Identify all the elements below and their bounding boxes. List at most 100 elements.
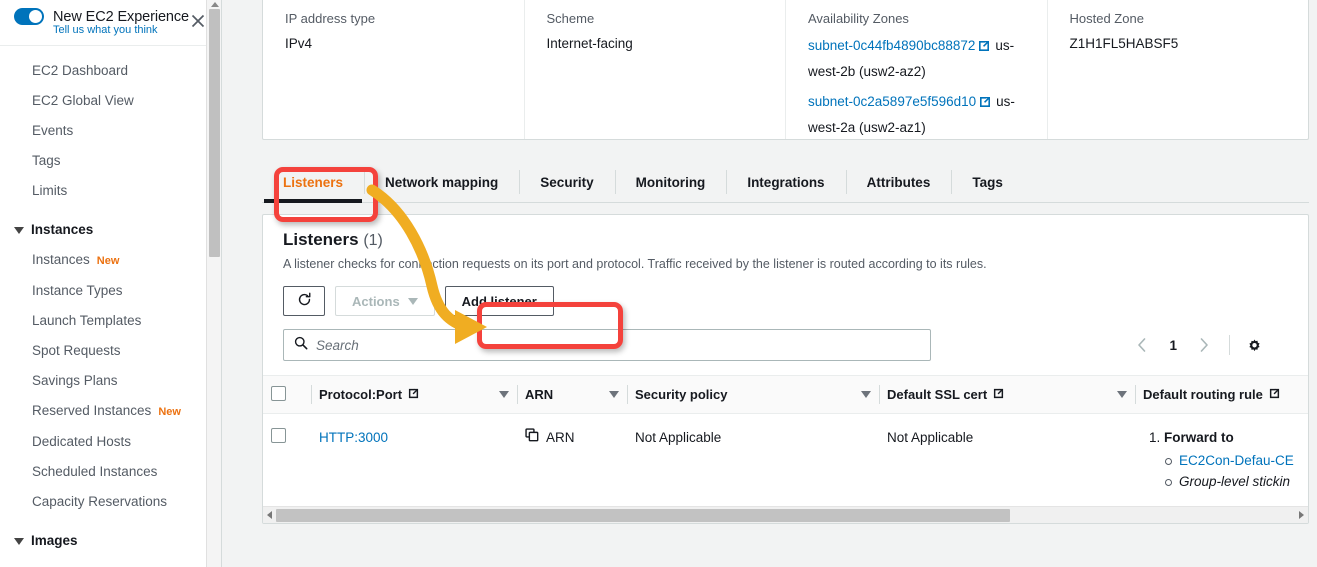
table-horizontal-scrollbar[interactable] [263,506,1308,523]
toggle-knob [29,10,42,23]
sidebar-item-launch-templates[interactable]: Launch Templates [0,306,221,336]
scroll-right-icon[interactable] [1295,507,1308,524]
search-input[interactable] [316,337,920,353]
sidebar-group-images-label: Images [31,533,78,548]
header-default-ssl-cert-label: Default SSL cert [887,387,988,402]
horizontal-scroll-thumb[interactable] [276,508,1010,522]
sidebar-item-dedicated-hosts[interactable]: Dedicated Hosts [0,427,221,457]
sidebar-header: New EC2 Experience Tell us what you thin… [0,0,221,46]
sidebar-scrollbar-thumb[interactable] [209,9,220,257]
horizontal-scroll-track[interactable] [276,508,1295,522]
scroll-left-icon[interactable] [263,507,276,524]
search-box[interactable] [283,329,931,361]
cell-default-ssl-cert: Not Applicable [887,430,974,445]
add-listener-button[interactable]: Add listener [444,286,554,316]
load-balancer-details-panel: IP address type IPv4 Scheme Internet-fac… [262,0,1309,140]
row-select-cell [263,414,311,507]
actions-button[interactable]: Actions [335,286,435,316]
routing-target-item: EC2Con-Defau-CE [1163,450,1308,471]
table-row[interactable]: HTTP:3000 ARN Not Applicable Not Applica… [263,414,1308,507]
copy-icon[interactable] [525,428,539,448]
pagination-prev-button[interactable] [1127,330,1157,360]
listeners-card-header: Listeners (1) A listener checks for conn… [263,215,1308,361]
protocol-port-link[interactable]: HTTP:3000 [319,430,388,445]
listeners-actions-row: Actions Add listener [283,286,1288,316]
detail-value: Internet-facing [546,36,633,51]
ec2-console-page: New EC2 Experience Tell us what you thin… [0,0,1317,567]
scroll-up-icon[interactable] [211,2,219,7]
detail-value: Z1H1FL5HABSF5 [1069,36,1179,51]
tab-integrations[interactable]: Integrations [726,162,845,202]
sidebar-item-ec2-dashboard[interactable]: EC2 Dashboard [0,56,221,86]
badge-new: New [96,255,120,267]
sidebar-item-spot-requests[interactable]: Spot Requests [0,336,221,366]
table-header-row: Protocol:Port ARN Security policy Defaul… [263,375,1308,414]
listeners-card: Listeners (1) A listener checks for conn… [262,214,1309,524]
sidebar-item-instance-types[interactable]: Instance Types [0,276,221,306]
sort-icon[interactable] [861,391,871,398]
select-all-checkbox[interactable] [271,385,286,401]
tab-listeners[interactable]: Listeners [262,162,364,203]
pagination-page-number[interactable]: 1 [1161,338,1185,353]
detail-hosted-zone: Hosted Zone Z1H1FL5HABSF5 [1048,0,1309,139]
detail-scheme: Scheme Internet-facing [525,0,786,139]
tab-attributes[interactable]: Attributes [845,162,952,202]
sidebar-scrollbar[interactable] [206,0,221,567]
cell-arn: ARN [517,414,627,507]
header-default-ssl-cert: Default SSL cert [879,375,1135,414]
detail-label: IP address type [285,11,376,26]
feedback-link[interactable]: Tell us what you think [53,24,207,36]
pagination-divider [1229,335,1230,355]
external-link-icon [1269,387,1280,402]
tab-network-mapping[interactable]: Network mapping [364,162,519,202]
header-arn: ARN [517,375,627,414]
sidebar-item-limits[interactable]: Limits [0,176,221,206]
sidebar-item-reserved-instances[interactable]: Reserved Instances New [0,396,221,427]
sidebar-item-scheduled-instances[interactable]: Scheduled Instances [0,457,221,487]
header-arn-label: ARN [525,387,554,402]
subnet-link[interactable]: subnet-0c2a5897e5f596d10 [808,94,976,109]
tab-security[interactable]: Security [519,162,614,202]
chevron-down-icon [14,537,24,545]
chevron-down-icon [407,297,418,305]
availability-zone-entry: subnet-0c44fb4890bc88872 us-west-2b (usw2… [808,34,1031,84]
header-protocol-port-label: Protocol:Port [319,387,403,402]
sort-icon[interactable] [609,391,619,398]
listeners-count: (1) [363,232,383,249]
new-experience-toggle[interactable] [14,8,44,25]
pagination-next-button[interactable] [1189,330,1219,360]
subnet-link[interactable]: subnet-0c44fb4890bc88872 [808,38,975,53]
sort-icon[interactable] [499,391,509,398]
sidebar-item-instances[interactable]: Instances New [0,245,221,276]
sort-icon[interactable] [1117,391,1127,398]
sidebar-item-events[interactable]: Events [0,116,221,146]
sidebar-item-tags[interactable]: Tags [0,146,221,176]
routing-target-link[interactable]: EC2Con-Defau-CE [1179,453,1294,468]
search-icon [294,336,308,355]
tab-tags[interactable]: Tags [951,162,1024,202]
header-security-policy-label: Security policy [635,387,728,402]
sidebar-item-reserved-instances-label: Reserved Instances [32,403,152,418]
detail-availability-zones: Availability Zones subnet-0c44fb4890bc88… [786,0,1048,139]
header-security-policy: Security policy [627,375,879,414]
detail-label: Scheme [546,11,595,26]
gear-icon[interactable] [1240,331,1268,359]
refresh-button[interactable] [283,286,325,316]
sidebar-group-instances[interactable]: Instances [0,214,221,245]
tab-monitoring[interactable]: Monitoring [614,162,727,202]
row-checkbox[interactable] [271,428,286,443]
sidebar-item-capacity-reservations[interactable]: Capacity Reservations [0,487,221,517]
sidebar-item-savings-plans[interactable]: Savings Plans [0,366,221,396]
listeners-description: A listener checks for connection request… [283,257,987,271]
listeners-table-container: Protocol:Port ARN Security policy Defaul… [263,375,1308,506]
tab-list: Listeners Network mapping Security Monit… [262,162,1309,203]
sidebar-item-ec2-global-view[interactable]: EC2 Global View [0,86,221,116]
close-icon[interactable] [189,12,207,30]
header-protocol-port: Protocol:Port [311,375,517,414]
sidebar-group-images[interactable]: Images [0,525,221,556]
arn-label: ARN [546,430,575,445]
header-default-routing-rule-label: Default routing rule [1143,387,1263,402]
select-all-header [263,375,311,414]
main-content: IP address type IPv4 Scheme Internet-fac… [222,0,1317,567]
external-link-icon [408,387,419,402]
